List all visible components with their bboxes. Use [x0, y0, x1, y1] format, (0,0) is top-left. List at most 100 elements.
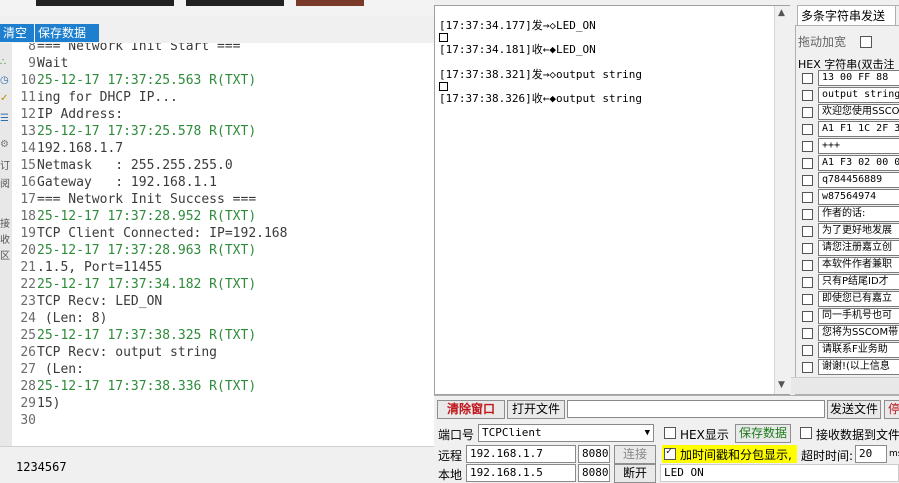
string-row-input[interactable]: 本软件作者兼职: [818, 257, 899, 273]
scroll-up-icon[interactable]: ▲: [778, 8, 785, 18]
log-text: TCP Client Connected: IP=192.168: [37, 226, 288, 241]
string-row-checkbox[interactable]: [802, 260, 813, 271]
string-row-input[interactable]: A1 F1 1C 2F 33: [818, 121, 899, 137]
string-row-checkbox[interactable]: [802, 277, 813, 288]
log-line: 2025-12-17 17:37:28.963 R(TXT): [12, 242, 256, 259]
line-number: 11: [20, 90, 36, 105]
port-label: 端口号: [438, 428, 475, 442]
line-number: 28: [20, 379, 36, 394]
bottom-controls: 清除窗口 打开文件 发送文件 停 端口号 TCPClient ▼ HEX显示 保…: [434, 395, 899, 483]
log-timestamp: 25-12-17 17:37:25.578 R(TXT): [37, 124, 257, 139]
save-data-button-bottom[interactable]: 保存数据: [735, 424, 791, 443]
string-row-input[interactable]: 同一手机号也可: [818, 308, 899, 324]
drag-widen-label[interactable]: 拖动加宽: [798, 35, 846, 49]
clear-window-button[interactable]: 清除窗口: [437, 400, 505, 419]
line-number: 13: [20, 124, 36, 139]
string-row: 欢迎您使用SSCOM: [798, 104, 899, 121]
log-text: ing for DHCP IP...: [37, 90, 178, 105]
string-row-checkbox[interactable]: [802, 294, 813, 305]
string-row-input[interactable]: 为了更好地发展: [818, 223, 899, 239]
string-row-checkbox[interactable]: [802, 73, 813, 84]
line-number: 14: [20, 141, 36, 156]
string-row-input[interactable]: 作者的话:: [818, 206, 899, 222]
string-row-checkbox[interactable]: [802, 107, 813, 118]
save-data-button[interactable]: 保存数据: [35, 24, 99, 42]
check-icon[interactable]: ✓: [0, 93, 10, 105]
local-ip-select[interactable]: 192.168.1.5: [466, 464, 576, 482]
clear-button[interactable]: 清空: [0, 24, 34, 42]
string-row-checkbox[interactable]: [802, 192, 813, 203]
receive-to-file-checkbox[interactable]: [800, 427, 812, 439]
string-row-input[interactable]: w87564974: [818, 189, 899, 205]
log-line: 9Wait: [12, 55, 68, 72]
timeout-label: 超时时间:: [801, 449, 854, 463]
stop-button[interactable]: 停: [884, 400, 899, 419]
remote-ip-input[interactable]: 192.168.1.7: [466, 445, 576, 463]
clock-icon[interactable]: ◷: [0, 75, 10, 87]
string-row-input[interactable]: output string: [818, 87, 899, 103]
scroll-down-icon[interactable]: ▼: [778, 380, 785, 390]
string-row-checkbox[interactable]: [802, 141, 813, 152]
string-row-input[interactable]: 您将为SSCOM带: [818, 325, 899, 341]
send-file-button[interactable]: 发送文件: [827, 400, 881, 419]
string-row-input[interactable]: q784456889: [818, 172, 899, 188]
string-row-checkbox[interactable]: [802, 124, 813, 135]
remote-port-input[interactable]: 8080: [578, 445, 610, 463]
string-row-checkbox[interactable]: [802, 345, 813, 356]
string-row-checkbox[interactable]: [802, 209, 813, 220]
string-row-checkbox[interactable]: [802, 243, 813, 254]
connect-button[interactable]: 连接: [614, 445, 656, 464]
string-row-input[interactable]: 欢迎您使用SSCOM: [818, 104, 899, 120]
line-number: 23: [20, 294, 36, 309]
string-row: 为了更好地发展: [798, 223, 899, 240]
log-line: 19TCP Client Connected: IP=192.168: [12, 225, 287, 242]
log-line: 2915): [12, 395, 60, 412]
string-row-checkbox[interactable]: [802, 311, 813, 322]
right-scrollbar[interactable]: [791, 377, 899, 394]
timeout-input[interactable]: 20: [855, 445, 887, 463]
string-row-input[interactable]: 谢谢!(以上信息: [818, 359, 899, 375]
receive-area[interactable]: [17:37:34.177]发→◇LED_ON [17:37:34.181]收←…: [434, 5, 790, 395]
string-row-checkbox[interactable]: [802, 175, 813, 186]
line-number: 22: [20, 277, 36, 292]
local-port-input[interactable]: 8080: [578, 464, 610, 482]
string-row-input[interactable]: 请您注册嘉立创: [818, 240, 899, 256]
string-row-checkbox[interactable]: [802, 328, 813, 339]
string-row-input[interactable]: 13 00 FF 88: [818, 70, 899, 86]
line-number: 25: [20, 328, 36, 343]
string-row-checkbox[interactable]: [802, 158, 813, 169]
log-line: 14192.168.1.7: [12, 140, 123, 157]
list-icon[interactable]: ☰: [0, 113, 10, 125]
string-row-input[interactable]: A1 F3 02 00 00: [818, 155, 899, 171]
string-row-input[interactable]: 只有P结尾ID才: [818, 274, 899, 290]
file-path-input[interactable]: [567, 400, 825, 418]
log-timestamp: 25-12-17 17:37:34.182 R(TXT): [37, 277, 257, 292]
string-row: 请您注册嘉立创: [798, 240, 899, 257]
string-row-input[interactable]: 即使您已有嘉立: [818, 291, 899, 307]
remote-label: 远程: [438, 449, 463, 463]
log-editor[interactable]: 8=== Network Init Start === 9Wait 1025-12-…: [12, 43, 434, 446]
gear-icon[interactable]: ⚙: [0, 139, 10, 151]
string-row-checkbox[interactable]: [802, 226, 813, 237]
line-number: 18: [20, 209, 36, 224]
string-row: 只有P结尾ID才: [798, 274, 899, 291]
open-file-button[interactable]: 打开文件: [507, 400, 565, 419]
loop-checkbox[interactable]: [859, 36, 872, 48]
string-row-checkbox[interactable]: [802, 90, 813, 101]
timestamp-checkbox[interactable]: ✓: [664, 446, 676, 460]
recv-line: [17:37:38.326]收←◆output string: [439, 92, 643, 105]
string-row: 本软件作者兼职: [798, 257, 899, 274]
string-row-input[interactable]: +++: [818, 138, 899, 154]
port-select[interactable]: TCPClient ▼: [478, 424, 654, 442]
check-icon: ✓: [666, 446, 673, 457]
log-line: 23TCP Recv: LED_ON: [12, 293, 162, 310]
area-label: 区: [0, 251, 10, 262]
hex-display-checkbox[interactable]: [664, 427, 676, 439]
string-row-input[interactable]: 请联系F业务助: [818, 342, 899, 358]
receive-scrollbar[interactable]: ▲ ▼: [774, 6, 790, 394]
tab-next[interactable]: [895, 5, 899, 27]
string-row-checkbox[interactable]: [802, 362, 813, 373]
tab-multi-string-send[interactable]: 多条字符串发送: [797, 5, 898, 26]
tree-icon[interactable]: ∴: [0, 57, 10, 69]
send-text-input[interactable]: LED ON: [660, 464, 899, 482]
